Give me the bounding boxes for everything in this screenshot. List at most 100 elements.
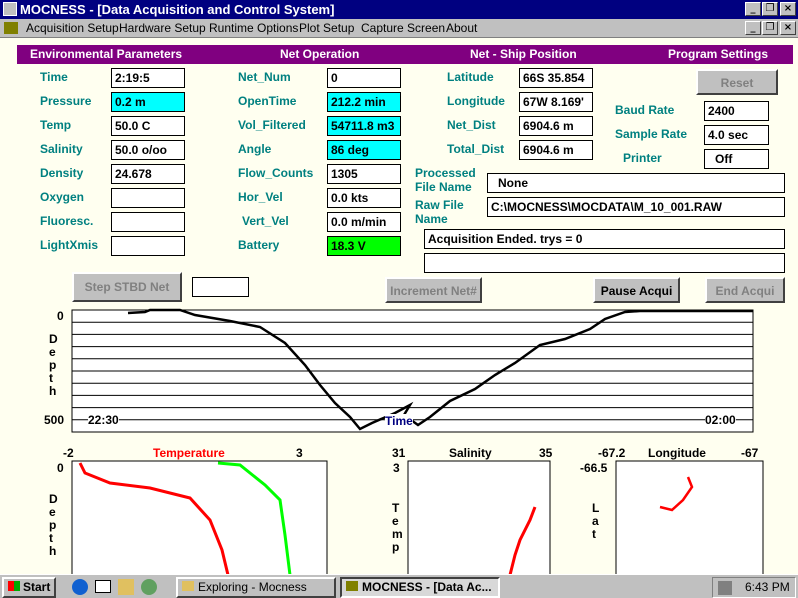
sal-title: Salinity: [449, 446, 492, 460]
menu-capture-screen[interactable]: Capture Screen: [361, 21, 445, 35]
clock[interactable]: 6:43 PM: [745, 580, 790, 594]
section-net-title: Net Operation: [280, 47, 360, 61]
speaker-icon[interactable]: [718, 581, 732, 595]
menu-bar: Acquisition Setup Hardware Setup Runtime…: [0, 19, 798, 38]
status-field: Acquisition Ended. trys = 0: [424, 229, 785, 249]
child-close-button[interactable]: ×: [780, 21, 796, 35]
depth-y-bottom: 500: [44, 413, 65, 427]
child-minimize-button[interactable]: _: [745, 21, 761, 35]
net-battery-field[interactable]: 18.3 V: [327, 236, 401, 256]
net-horvel-label: Hor_Vel: [238, 190, 283, 204]
temp-xmax: 3: [296, 446, 303, 460]
env-fluoresc-label: Fluoresc.: [40, 214, 94, 228]
child-restore-button[interactable]: ❐: [762, 21, 778, 35]
section-prog-title: Program Settings: [668, 47, 769, 61]
temp-xmin: -2: [63, 446, 74, 460]
menu-acquisition-setup[interactable]: Acquisition Setup: [26, 21, 119, 35]
system-tray: 6:43 PM: [712, 577, 796, 598]
net-flowcounts-label: Flow_Counts: [238, 166, 314, 180]
sample-rate-field[interactable]: 4.0 sec: [704, 125, 769, 145]
depth-time-end: 02:00: [705, 413, 736, 427]
pos-longitude-field[interactable]: 67W 8.169': [519, 92, 593, 112]
env-temp-label: Temp: [40, 118, 72, 132]
env-density-field[interactable]: 24.678: [111, 164, 185, 184]
menu-plot-setup[interactable]: Plot Setup: [299, 21, 354, 35]
menu-about[interactable]: About: [446, 21, 477, 35]
lon-y-label: Lat: [592, 501, 600, 541]
task-exploring-label: Exploring - Mocness: [198, 580, 307, 594]
window-title: MOCNESS - [Data Acquisition and Control …: [20, 2, 335, 17]
env-time-field[interactable]: 2:19:5: [111, 68, 185, 88]
maximize-button[interactable]: ❐: [762, 2, 778, 16]
salinity-plot-area: [407, 460, 551, 575]
pos-netdist-label: Net_Dist: [447, 118, 496, 132]
increment-net-button[interactable]: Increment Net#: [385, 277, 482, 303]
net-angle-field[interactable]: 86 deg: [327, 140, 401, 160]
explorer-icon[interactable]: [118, 579, 134, 595]
depth-y-label: Depth: [49, 332, 58, 398]
depth-time-start: 22:30: [88, 413, 119, 427]
step-value-field[interactable]: [192, 277, 249, 297]
printer-field[interactable]: Off: [704, 149, 769, 169]
env-pressure-label: Pressure: [40, 94, 92, 108]
task-exploring[interactable]: Exploring - Mocness: [176, 577, 336, 598]
pos-totaldist-label: Total_Dist: [447, 142, 505, 156]
net-opentime-label: OpenTime: [238, 94, 297, 108]
env-salinity-label: Salinity: [40, 142, 83, 156]
net-volfiltered-field[interactable]: 54711.8 m3: [327, 116, 401, 136]
temp-y0: 0: [57, 461, 64, 475]
env-fluoresc-field[interactable]: [111, 212, 185, 232]
pos-totaldist-field[interactable]: 6904.6 m: [519, 140, 593, 160]
env-pressure-field[interactable]: 0.2 m: [111, 92, 185, 112]
net-netnum-field[interactable]: 0: [327, 68, 401, 88]
baud-rate-label: Baud Rate: [615, 103, 675, 117]
section-env-title: Environmental Parameters: [30, 47, 183, 61]
net-opentime-field[interactable]: 212.2 min: [327, 92, 401, 112]
menu-hardware-setup[interactable]: Hardware Setup: [119, 21, 206, 35]
pause-acqui-button[interactable]: Pause Acqui: [593, 277, 680, 303]
doc-icon[interactable]: [4, 22, 18, 34]
net-flowcounts-field[interactable]: 1305: [327, 164, 401, 184]
env-lightxmis-field[interactable]: [111, 236, 185, 256]
printer-label: Printer: [623, 151, 662, 165]
pos-latitude-field[interactable]: 66S 35.854: [519, 68, 593, 88]
window-title-bar: MOCNESS - [Data Acquisition and Control …: [0, 0, 798, 19]
env-lightxmis-label: LightXmis: [40, 238, 99, 252]
ie-icon[interactable]: [72, 579, 88, 595]
desktop-icon[interactable]: [95, 580, 111, 593]
windows-logo-icon: [8, 581, 20, 591]
env-temp-field[interactable]: 50.0 C: [111, 116, 185, 136]
net-vertvel-field[interactable]: 0.0 m/min: [327, 212, 401, 232]
net-horvel-field[interactable]: 0.0 kts: [327, 188, 401, 208]
sal-y0: 3: [393, 461, 400, 475]
lon-xmax: -67: [741, 446, 759, 460]
reset-button[interactable]: Reset: [696, 69, 778, 95]
status-field-2: [424, 253, 785, 273]
start-label: Start: [23, 580, 51, 594]
end-acqui-button[interactable]: End Acqui: [705, 277, 785, 303]
env-density-label: Density: [40, 166, 84, 180]
start-button[interactable]: Start: [2, 577, 56, 598]
channel-icon[interactable]: [141, 579, 157, 595]
task-mocness[interactable]: MOCNESS - [Data Ac...: [340, 577, 500, 598]
lon-y0: -66.5: [580, 461, 608, 475]
lon-xmin: -67.2: [598, 446, 626, 460]
menu-runtime-options[interactable]: Runtime Options: [209, 21, 298, 35]
raw-file-field[interactable]: C:\MOCNESS\MOCDATA\M_10_001.RAW: [487, 197, 785, 217]
processed-file-field[interactable]: None: [487, 173, 785, 193]
minimize-button[interactable]: _: [745, 2, 761, 16]
net-volfiltered-label: Vol_Filtered: [238, 118, 306, 132]
env-oxygen-field[interactable]: [111, 188, 185, 208]
sal-xmin: 31: [392, 446, 406, 460]
lon-title: Longitude: [648, 446, 706, 460]
pos-netdist-field[interactable]: 6904.6 m: [519, 116, 593, 136]
env-salinity-field[interactable]: 50.0 o/oo: [111, 140, 185, 160]
section-pos-title: Net - Ship Position: [470, 47, 577, 61]
depth-time-label: Time: [385, 414, 413, 428]
env-time-label: Time: [40, 70, 68, 84]
baud-rate-field[interactable]: 2400: [704, 101, 769, 121]
step-stbd-net-button[interactable]: Step STBD Net: [72, 272, 182, 302]
app-icon[interactable]: [3, 2, 17, 16]
close-button[interactable]: ×: [780, 2, 796, 16]
net-vertvel-label: Vert_Vel: [242, 214, 289, 228]
